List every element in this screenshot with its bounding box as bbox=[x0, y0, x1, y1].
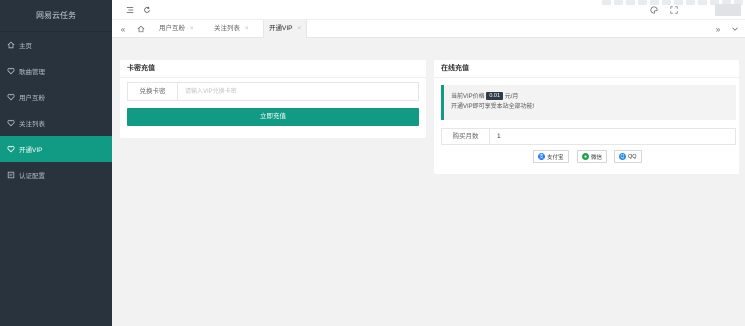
heart-icon bbox=[5, 92, 16, 102]
pay-alipay-label: 支付宝 bbox=[547, 154, 564, 161]
sidebar-item-follow-exchange[interactable]: 用户互粉 bbox=[0, 84, 112, 110]
sidebar-item-auth-config[interactable]: 认证配置 bbox=[0, 162, 112, 188]
tabs-scroll-left-icon[interactable]: « bbox=[117, 23, 129, 35]
tabs-scroll-right-icon[interactable]: » bbox=[712, 23, 724, 35]
price-suffix: 元/月 bbox=[504, 94, 519, 100]
tab-label: 关注列表 bbox=[214, 25, 240, 32]
qq-icon: Q bbox=[619, 153, 626, 160]
month-count-label: 购买月数 bbox=[442, 129, 490, 144]
sidebar-item-label: 歌曲管理 bbox=[19, 69, 45, 76]
tab-label: 用户互粉 bbox=[159, 25, 185, 32]
sidebar-item-label: 开通VIP bbox=[19, 147, 43, 154]
pay-qq-label: QQ bbox=[628, 153, 637, 160]
avatar[interactable] bbox=[715, 4, 741, 16]
wechat-icon: ● bbox=[582, 153, 589, 160]
pay-wechat-label: 微信 bbox=[591, 154, 603, 161]
fullscreen-icon[interactable] bbox=[668, 4, 680, 16]
price-badge: 0.01 bbox=[486, 92, 504, 101]
close-icon[interactable]: × bbox=[245, 26, 249, 32]
menu-icon[interactable] bbox=[124, 4, 136, 16]
alipay-icon: 支 bbox=[538, 153, 545, 160]
tab-follow-list[interactable]: 关注列表 × bbox=[209, 20, 254, 38]
month-count-value[interactable]: 1 bbox=[490, 129, 501, 144]
heart-icon bbox=[5, 144, 16, 154]
sidebar-item-home[interactable]: 主页 bbox=[0, 32, 112, 58]
sidebar-item-follow-list[interactable]: 关注列表 bbox=[0, 110, 112, 136]
tab-bar: « 用户互粉 × 关注列表 × 开通VIP × » bbox=[112, 20, 745, 38]
tab-vip[interactable]: 开通VIP × bbox=[263, 20, 307, 38]
price-prefix: 当前VIP价格 bbox=[451, 94, 485, 100]
close-icon[interactable]: × bbox=[297, 26, 301, 32]
home-tab-icon[interactable] bbox=[135, 23, 147, 35]
pay-wechat-button[interactable]: ● 微信 bbox=[577, 150, 608, 163]
card-title: 在线充值 bbox=[434, 60, 739, 78]
tab-follow-exchange[interactable]: 用户互粉 × bbox=[154, 20, 199, 38]
price-line: 当前VIP价格 0.01 元/月 bbox=[451, 92, 729, 102]
home-icon bbox=[5, 40, 16, 50]
heart-icon bbox=[5, 118, 16, 128]
sidebar-item-label: 认证配置 bbox=[19, 173, 45, 180]
close-icon[interactable]: × bbox=[190, 26, 194, 32]
palette-icon[interactable] bbox=[648, 4, 660, 16]
recharge-button[interactable]: 立即充值 bbox=[127, 108, 419, 126]
top-header bbox=[112, 0, 745, 20]
refresh-icon[interactable] bbox=[141, 4, 153, 16]
notice-line: 开通VIP即可享受本站全部功能! bbox=[451, 104, 535, 110]
sidebar-item-label: 用户互粉 bbox=[19, 95, 45, 102]
app-brand: 网易云任务 bbox=[0, 0, 112, 32]
tab-label: 开通VIP bbox=[269, 25, 293, 32]
code-field-label: 兑换卡密 bbox=[128, 83, 178, 100]
chevron-down-icon[interactable] bbox=[729, 23, 741, 35]
card-title: 卡密充值 bbox=[120, 60, 426, 78]
sidebar-item-vip[interactable]: 开通VIP bbox=[0, 136, 112, 162]
heart-icon bbox=[5, 66, 16, 76]
code-field-row: 兑换卡密 bbox=[127, 82, 419, 101]
card-code-recharge: 卡密充值 兑换卡密 立即充值 bbox=[120, 60, 426, 138]
sidebar-item-label: 主页 bbox=[19, 43, 32, 50]
code-input[interactable] bbox=[178, 83, 418, 100]
pay-alipay-button[interactable]: 支 支付宝 bbox=[533, 150, 569, 163]
settings-icon bbox=[5, 170, 16, 180]
card-online-recharge: 在线充值 当前VIP价格 0.01 元/月 开通VIP即可享受本站全部功能! 购… bbox=[434, 60, 739, 174]
month-count-row: 购买月数 1 bbox=[441, 128, 736, 145]
sidebar-item-songs[interactable]: 歌曲管理 bbox=[0, 58, 112, 84]
pay-qq-button[interactable]: Q QQ bbox=[614, 150, 642, 163]
sidebar-item-label: 关注列表 bbox=[19, 121, 45, 128]
vip-price-notice: 当前VIP价格 0.01 元/月 开通VIP即可享受本站全部功能! bbox=[441, 85, 736, 120]
sidebar: 网易云任务 主页 歌曲管理 用户互粉 关注列表 开通VIP 认证配置 bbox=[0, 0, 112, 326]
